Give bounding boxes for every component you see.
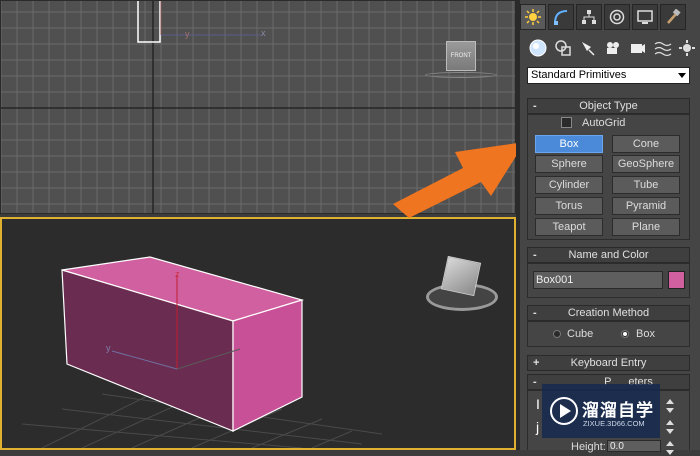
- box-radio-label: Box: [636, 328, 655, 340]
- subtab-shapes[interactable]: [553, 38, 573, 58]
- rollout-title: Creation Method: [567, 307, 650, 319]
- box-radio[interactable]: [621, 330, 629, 338]
- subtab-helpers[interactable]: [628, 38, 648, 58]
- collapse-icon: -: [533, 249, 537, 261]
- teapot-button[interactable]: Teapot: [535, 218, 603, 236]
- collapse-icon: -: [533, 307, 537, 319]
- box-top-view-outline: [137, 1, 161, 43]
- rollout-header-creation-method[interactable]: - Creation Method: [527, 305, 690, 321]
- height-field[interactable]: 0.0: [607, 440, 661, 452]
- tab-hierarchy[interactable]: [576, 4, 602, 30]
- geometry-icon: [529, 39, 547, 57]
- perspective-viewport[interactable]: z y: [0, 217, 516, 450]
- collapse-icon: -: [533, 100, 537, 112]
- cameras-icon: [607, 42, 619, 54]
- subtab-cameras[interactable]: [603, 38, 623, 58]
- helpers-icon: [631, 44, 645, 53]
- systems-icon: [679, 40, 695, 56]
- object-color-swatch[interactable]: [668, 271, 685, 289]
- utilities-icon: [667, 9, 681, 24]
- watermark: 溜溜自学 ZIXUE.3D66.COM: [542, 384, 660, 438]
- spacewarps-icon: [654, 41, 672, 57]
- display-icon: [637, 10, 653, 24]
- torus-button[interactable]: Torus: [535, 197, 603, 215]
- box-side-face: [232, 299, 303, 432]
- tab-display[interactable]: [632, 4, 658, 30]
- rollout-header-name-and-color[interactable]: - Name and Color: [527, 247, 690, 263]
- axis-z-label: z: [175, 269, 180, 279]
- viewcube-perspective[interactable]: [426, 255, 498, 315]
- perspective-scene: [21, 256, 383, 448]
- length-spinner[interactable]: [665, 398, 675, 414]
- tab-modify[interactable]: [548, 4, 574, 30]
- shapes-icon: [555, 40, 571, 56]
- rollout-creation-method: [527, 321, 690, 347]
- autogrid-label: AutoGrid: [582, 117, 626, 129]
- subtab-lights[interactable]: [578, 38, 598, 58]
- tab-create[interactable]: [520, 4, 546, 30]
- axis-y-label: y: [106, 343, 111, 353]
- play-logo-icon: [550, 397, 578, 425]
- cylinder-button[interactable]: Cylinder: [535, 176, 603, 194]
- chevron-down-icon: [678, 73, 686, 78]
- viewcube-front[interactable]: FRONT: [425, 41, 497, 81]
- rollout-title: Object Type: [579, 100, 638, 112]
- cube-radio[interactable]: [553, 330, 561, 338]
- watermark-site: 溜溜自学: [582, 401, 654, 420]
- axis-x-label: x: [261, 28, 266, 38]
- geosphere-button[interactable]: GeoSphere: [612, 155, 680, 173]
- tab-utilities[interactable]: [660, 4, 686, 30]
- modify-icon: [554, 10, 568, 25]
- rollout-header-object-type[interactable]: - Object Type: [527, 98, 690, 114]
- tube-button[interactable]: Tube: [612, 176, 680, 194]
- category-dropdown-value: Standard Primitives: [531, 69, 627, 81]
- create-icon: [525, 9, 541, 25]
- annotation-arrow: [393, 142, 525, 218]
- expand-icon: +: [533, 357, 540, 369]
- cube-radio-label: Cube: [567, 328, 594, 340]
- height-spinner[interactable]: [665, 440, 675, 456]
- autogrid-checkbox[interactable]: [561, 117, 572, 128]
- rollout-header-keyboard-entry[interactable]: + Keyboard Entry: [527, 355, 690, 371]
- lights-icon: [582, 42, 595, 56]
- axis-y-label: y: [185, 29, 190, 39]
- hierarchy-icon: [582, 10, 596, 24]
- watermark-url: ZIXUE.3D66.COM: [583, 419, 645, 428]
- motion-icon: [609, 9, 625, 25]
- subtab-spacewarps[interactable]: [653, 38, 673, 58]
- length-label-glimpse: I: [536, 396, 540, 412]
- rollout-title: Name and Color: [568, 249, 649, 261]
- subtab-geometry[interactable]: [528, 38, 548, 58]
- tab-motion[interactable]: [604, 4, 630, 30]
- width-label-glimpse: j: [536, 419, 540, 435]
- sphere-button[interactable]: Sphere: [535, 155, 603, 173]
- pyramid-button[interactable]: Pyramid: [612, 197, 680, 215]
- collapse-icon: -: [533, 376, 537, 388]
- rollout-title: Keyboard Entry: [570, 357, 647, 369]
- viewcube-front-label: FRONT: [450, 53, 472, 59]
- object-name-field[interactable]: Box001: [533, 271, 663, 289]
- plane-button[interactable]: Plane: [612, 218, 680, 236]
- width-spinner[interactable]: [665, 419, 675, 435]
- height-label: Height:: [571, 441, 606, 453]
- cone-button[interactable]: Cone: [612, 135, 680, 153]
- subtab-systems[interactable]: [677, 38, 697, 58]
- category-dropdown[interactable]: Standard Primitives: [527, 67, 690, 84]
- box-button[interactable]: Box: [535, 135, 603, 153]
